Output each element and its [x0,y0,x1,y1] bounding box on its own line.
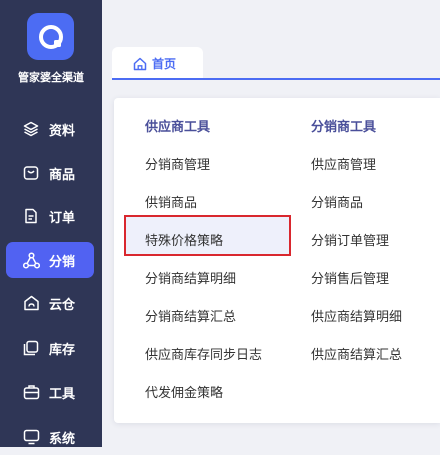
menu-item-distribution-aftersale-management[interactable]: 分销售后管理 [311,268,389,287]
tab-home[interactable]: 首页 [112,47,203,80]
menu-item-dropship-commission-policy[interactable]: 代发佣金策略 [145,382,223,401]
sidebar-item-cloud-warehouse[interactable]: 云仓 [6,285,94,321]
layers-icon [22,120,40,138]
network-icon [22,251,40,269]
toolbox-icon [22,383,40,401]
cloud-warehouse-icon [22,294,40,312]
tab-underline [112,78,440,80]
sidebar: 管家婆全渠道 资料 商品 订单 分销 云仓 库存 工具 系统 [0,0,102,447]
menu-item-distributor-settlement-detail[interactable]: 分销商结算明细 [145,268,236,287]
menu-item-supplier-stock-sync-log[interactable]: 供应商库存同步日志 [145,344,262,363]
logo-icon [38,24,63,49]
menu-item-supplier-management[interactable]: 供应商管理 [311,154,376,173]
tab-label: 首页 [152,57,177,71]
sidebar-item-goods[interactable]: 商品 [6,155,94,191]
home-icon [133,57,147,71]
sidebar-item-label: 云仓 [49,297,76,313]
sidebar-item-label: 商品 [49,167,76,183]
sidebar-item-data[interactable]: 资料 [6,111,94,147]
sidebar-item-label: 资料 [49,123,76,139]
sidebar-item-orders[interactable]: 订单 [6,198,94,234]
monitor-icon [22,428,40,446]
sidebar-item-label: 分销 [49,254,76,270]
document-icon [22,207,40,225]
sidebar-item-system[interactable]: 系统 [6,419,94,455]
menu-item-supplier-settlement-detail[interactable]: 供应商结算明细 [311,306,402,325]
sidebar-item-inventory[interactable]: 库存 [6,330,94,366]
menu-item-distributor-management[interactable]: 分销商管理 [145,154,210,173]
column-title-distributor-tools: 分销商工具 [311,120,377,135]
inventory-icon [22,339,40,357]
sidebar-item-distribution[interactable]: 分销 [6,242,94,278]
menu-item-distributor-settlement-summary[interactable]: 分销商结算汇总 [145,306,236,325]
sidebar-item-label: 库存 [49,342,76,358]
app-logo[interactable] [27,13,74,60]
menu-item-special-price-policy[interactable]: 特殊价格策略 [145,230,223,249]
submenu-panel [114,98,440,423]
menu-item-supply-goods[interactable]: 供销商品 [145,192,197,211]
brand-name: 管家婆全渠道 [18,71,84,84]
menu-item-distribution-order-management[interactable]: 分销订单管理 [311,230,389,249]
sidebar-item-label: 系统 [49,431,76,447]
menu-item-supplier-settlement-summary[interactable]: 供应商结算汇总 [311,344,402,363]
menu-item-distribution-goods[interactable]: 分销商品 [311,192,363,211]
sidebar-item-tools[interactable]: 工具 [6,374,94,410]
sidebar-item-label: 订单 [49,210,76,226]
box-icon [22,164,40,182]
sidebar-item-label: 工具 [49,386,76,402]
column-title-supplier-tools: 供应商工具 [145,120,211,135]
